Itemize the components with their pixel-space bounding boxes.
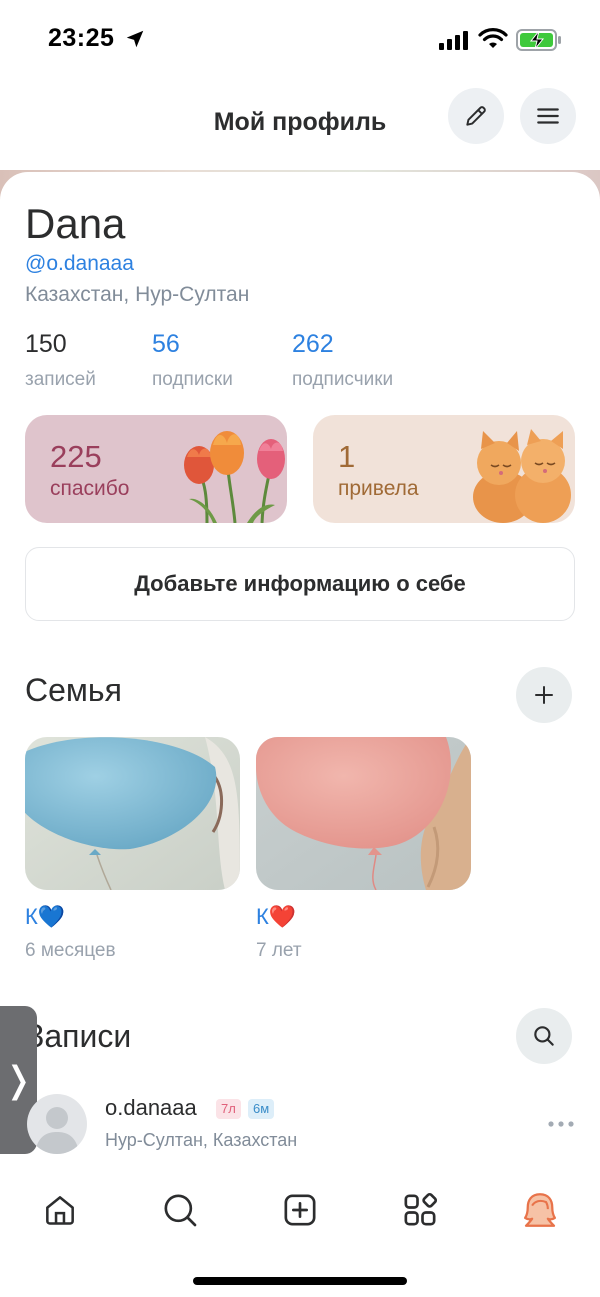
- search-icon: [164, 1194, 197, 1227]
- brought-label: привела: [338, 477, 419, 500]
- family-member-name: К❤️: [256, 904, 297, 929]
- tab-profile[interactable]: [518, 1188, 562, 1232]
- stat-posts-label: записей: [25, 369, 96, 390]
- stat-following[interactable]: 56 подписки: [152, 330, 233, 391]
- stat-following-label: подписки: [152, 369, 233, 390]
- profile-location: Казахстан, Нур-Султан: [25, 283, 250, 306]
- age-chip: 7л: [216, 1099, 241, 1119]
- pencil-icon: [466, 106, 486, 126]
- family-member-age: 6 месяцев: [25, 940, 116, 961]
- home-icon: [46, 1196, 74, 1225]
- battery-charging-icon: [516, 29, 561, 51]
- services-icon: [404, 1192, 438, 1226]
- stat-posts-value: 150: [25, 330, 67, 358]
- thanks-card[interactable]: 225 спасибо: [25, 415, 287, 523]
- status-bar: 23:25: [0, 0, 600, 80]
- tab-bar: [0, 1172, 600, 1252]
- stat-followers[interactable]: 262 подписчики: [292, 330, 393, 391]
- thanks-label: спасибо: [50, 477, 130, 500]
- app-header: Мой профиль: [0, 80, 600, 172]
- thanks-value: 225: [50, 439, 102, 474]
- post-location: Нур-Султан, Казахстан: [105, 1130, 298, 1150]
- family-member-card[interactable]: К💙 6 месяцев: [25, 737, 240, 962]
- age-chip: 6м: [248, 1099, 275, 1119]
- family-member-card[interactable]: К❤️ 7 лет: [256, 737, 471, 962]
- family-member-age: 7 лет: [256, 940, 302, 961]
- more-options-icon[interactable]: [547, 1116, 575, 1132]
- tab-home[interactable]: [38, 1188, 82, 1232]
- signal-icon: [439, 31, 468, 50]
- post-author[interactable]: o.danaaa: [105, 1095, 197, 1121]
- add-family-button[interactable]: [516, 667, 572, 723]
- family-section-title: Семья: [25, 672, 122, 708]
- home-indicator: [193, 1277, 407, 1285]
- plus-icon: [535, 686, 553, 704]
- posts-section-title: Записи: [25, 1018, 132, 1054]
- search-icon: [534, 1026, 554, 1046]
- brought-value: 1: [338, 439, 356, 474]
- add-about-button[interactable]: Добавьте информацию о себе: [25, 547, 575, 621]
- add-post-icon: [284, 1194, 316, 1226]
- stat-followers-label: подписчики: [292, 369, 394, 390]
- hamburger-menu-icon: [537, 108, 559, 124]
- stat-posts[interactable]: 150 записей: [25, 330, 96, 391]
- avatar[interactable]: [27, 1094, 87, 1154]
- profile-handle[interactable]: @o.danaaa: [25, 252, 134, 276]
- pink-balloon-photo: [256, 737, 471, 890]
- tab-add-post[interactable]: [278, 1188, 322, 1232]
- edit-profile-button[interactable]: [448, 88, 504, 144]
- chevron-right-icon: ❭: [3, 1059, 34, 1100]
- blue-balloon-photo: [25, 737, 240, 890]
- menu-button[interactable]: [520, 88, 576, 144]
- wifi-icon: [478, 28, 508, 48]
- tab-search[interactable]: [158, 1188, 202, 1232]
- tab-services[interactable]: [398, 1188, 442, 1232]
- status-time: 23:25: [48, 24, 115, 52]
- brought-card[interactable]: 1 привела: [313, 415, 575, 523]
- stat-followers-value: 262: [292, 330, 334, 358]
- kittens-image: [473, 429, 571, 523]
- stat-following-value: 56: [152, 330, 180, 358]
- location-arrow-icon: [126, 30, 144, 48]
- page-title: Мой профиль: [213, 108, 387, 136]
- family-member-name: К💙: [25, 904, 66, 929]
- profile-name: Dana: [25, 200, 126, 247]
- tulips-image: [184, 431, 285, 523]
- profile-avatar-icon: [523, 1193, 557, 1227]
- search-posts-button[interactable]: [516, 1008, 572, 1064]
